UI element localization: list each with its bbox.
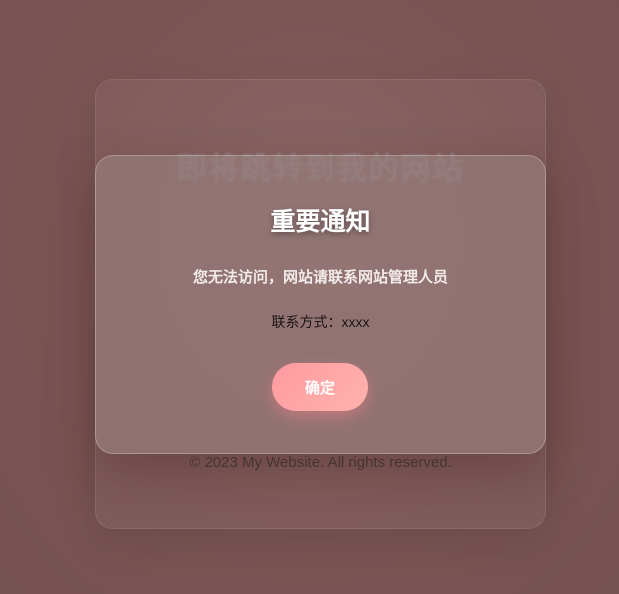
notice-modal: 重要通知 您无法访问，网站请联系网站管理人员 联系方式：xxxx 确定 xyxy=(95,155,546,454)
confirm-button[interactable]: 确定 xyxy=(272,363,368,411)
modal-contact: 联系方式：xxxx xyxy=(96,312,545,332)
contact-value: xxxx xyxy=(341,314,370,330)
modal-title: 重要通知 xyxy=(270,207,371,236)
contact-label: 联系方式： xyxy=(271,315,342,331)
modal-message: 您无法访问，网站请联系网站管理人员 xyxy=(192,268,448,286)
